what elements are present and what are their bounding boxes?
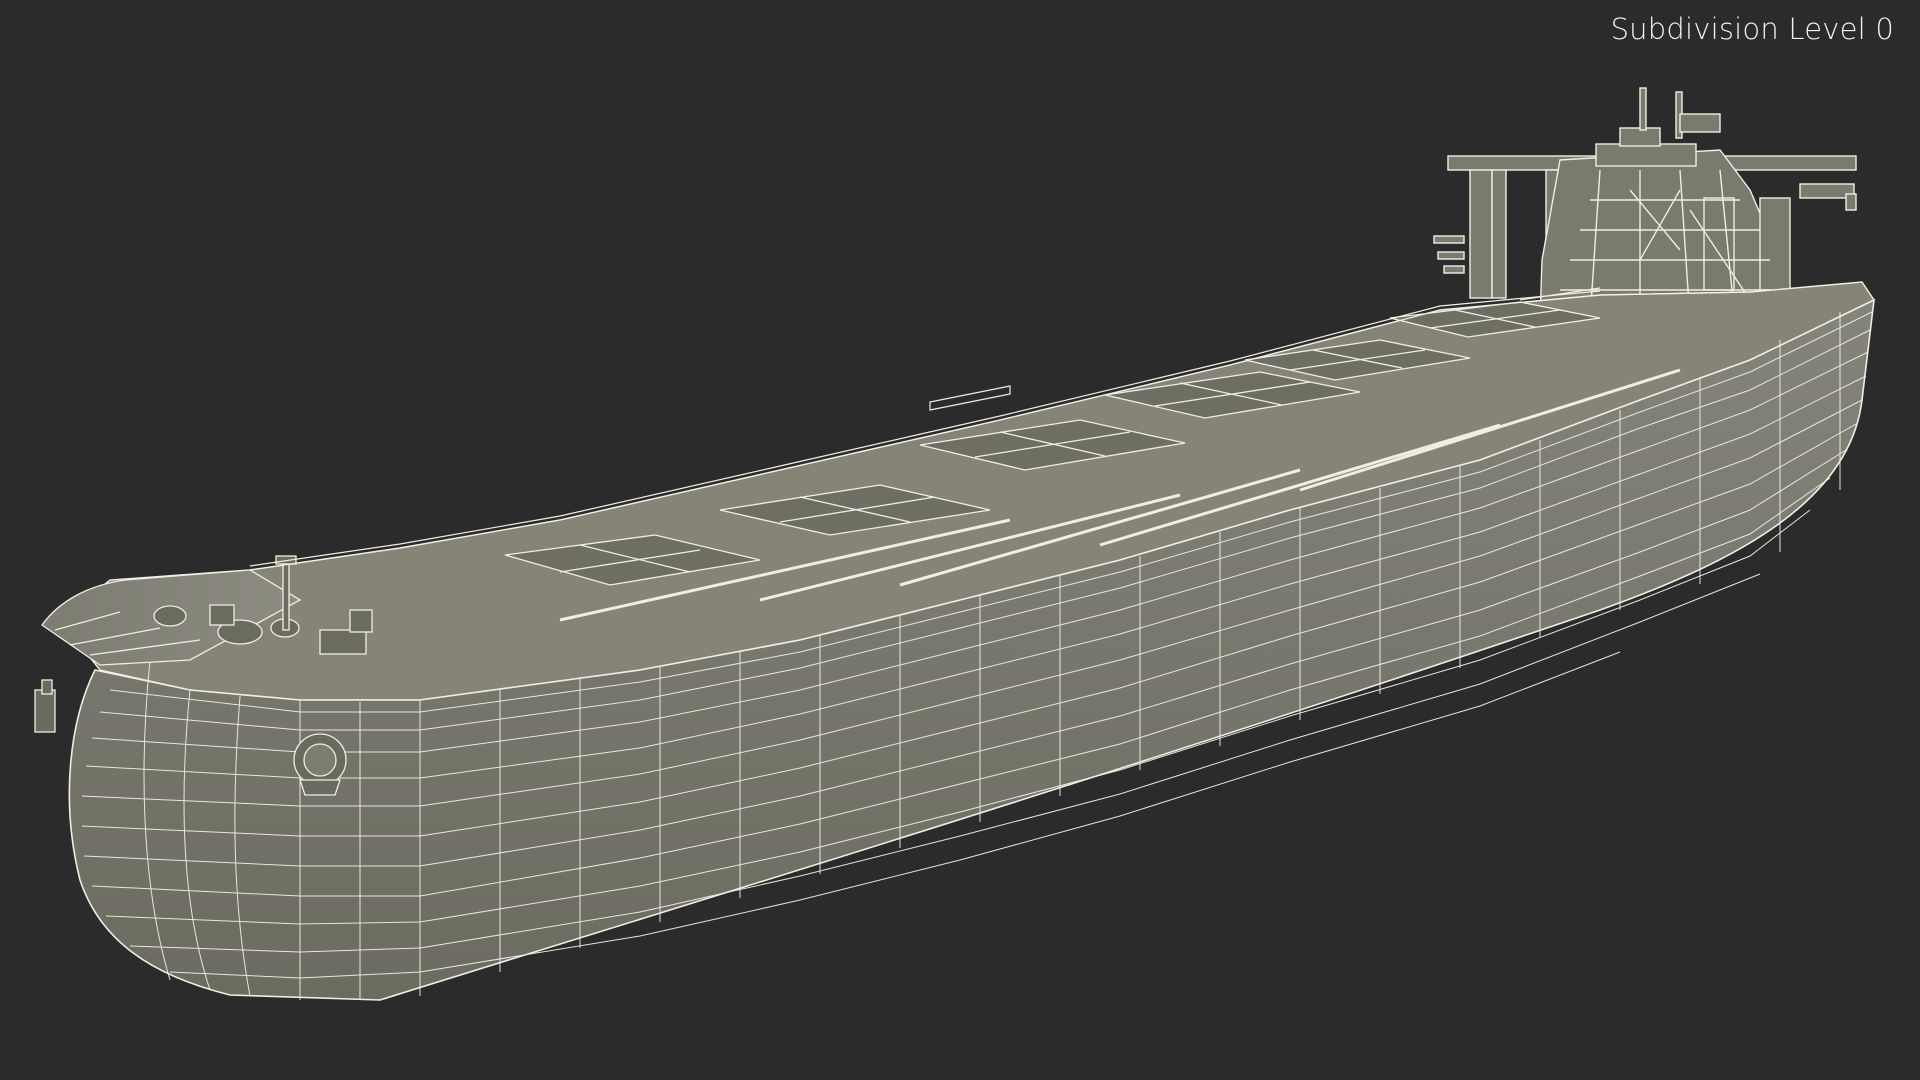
ship-wireframe-render xyxy=(34,87,1876,1001)
superstructure xyxy=(1433,87,1857,321)
3d-viewport[interactable]: Subdivision Level 0 xyxy=(0,0,1920,1080)
